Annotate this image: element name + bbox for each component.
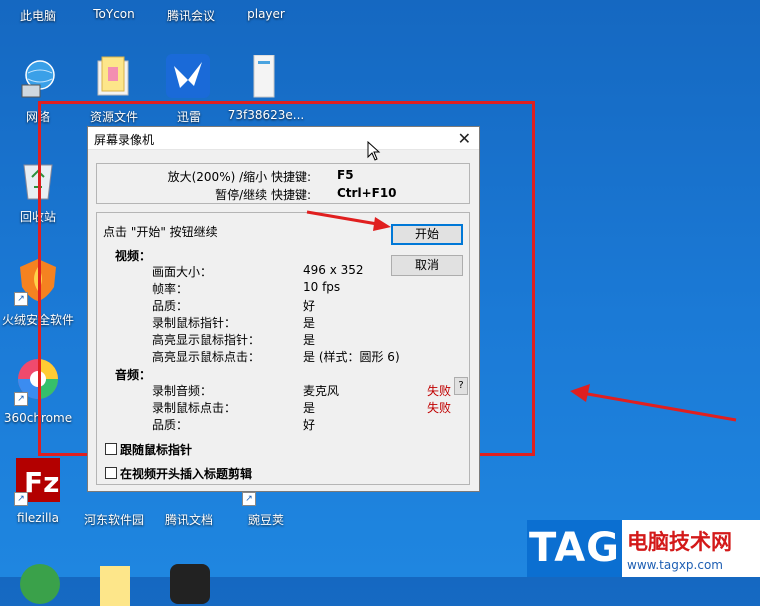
video-setting-value: 是 [303, 333, 316, 347]
annotation-arrow-icon [570, 384, 737, 422]
desktop-icon-label[interactable]: 豌豆荚 [226, 511, 306, 528]
audio-setting-value: 好 [303, 418, 316, 432]
follow-cursor-checkbox[interactable]: 跟随鼠标指针 [105, 441, 192, 458]
xunlei-bird-icon[interactable] [166, 54, 210, 98]
desktop-icon-label[interactable]: 腾讯文档 [149, 511, 229, 528]
video-setting-label: 画面大小： [152, 265, 213, 279]
tagxp-watermark-logo: TAG 电脑技术网 www.tagxp.com [527, 520, 760, 577]
svg-text:Fz: Fz [24, 466, 59, 499]
shortcut-arrow-icon: ↗ [14, 392, 28, 406]
cancel-button[interactable]: 取消 [391, 255, 463, 276]
audio-setting-value: 麦克风 [303, 384, 340, 398]
video-setting-label: 高亮显示鼠标指针： [152, 333, 261, 347]
audio-help-button[interactable]: ? [454, 377, 468, 395]
desktop-icon-label[interactable]: filezilla [0, 511, 78, 525]
instruction-text: 点击 "开始" 按钮继续 [103, 225, 218, 239]
video-setting-label: 高亮显示鼠标点击： [152, 350, 261, 364]
audio-section-heading: 音频： [115, 368, 152, 382]
video-setting-value: 是 (样式：圆形 6) [303, 350, 400, 364]
audio-setting-label: 录制音频： [152, 384, 213, 398]
checkbox-label: 在视频开头插入标题剪辑 [120, 467, 253, 481]
audio-status-fail: 失败 [427, 401, 452, 415]
tag-logo-text: TAG [527, 520, 622, 577]
audio-setting-label: 品质： [152, 418, 189, 432]
partial-folder-icon[interactable] [94, 562, 138, 606]
desktop-icon-label[interactable]: ToYcon [74, 7, 154, 21]
audio-setting-value: 是 [303, 401, 316, 415]
video-setting-value: 496 x 352 [303, 263, 364, 277]
shortcut-arrow-icon: ↗ [14, 492, 28, 506]
network-icon[interactable] [16, 57, 60, 101]
dialog-titlebar[interactable]: 屏幕录像机 ✕ [88, 127, 479, 150]
audio-setting-label: 录制鼠标点击： [152, 401, 237, 415]
dialog-title: 屏幕录像机 [94, 133, 155, 147]
annotation-arrow-icon [306, 210, 391, 231]
video-setting-label: 品质： [152, 299, 189, 313]
checkbox-box[interactable] [105, 443, 117, 455]
partial-app-icon[interactable] [168, 562, 212, 606]
site-url: www.tagxp.com [627, 558, 723, 572]
folder-icon[interactable] [92, 55, 136, 99]
checkbox-label: 跟随鼠标指针 [120, 443, 193, 457]
hotkey-value: Ctrl+F10 [337, 186, 397, 200]
video-setting-value: 是 [303, 316, 316, 330]
video-setting-label: 帧率： [152, 282, 189, 296]
shortcut-arrow-icon: ↗ [242, 492, 256, 506]
video-section-heading: 视频： [115, 249, 152, 263]
hotkey-value: F5 [337, 168, 354, 182]
shortcut-arrow-icon: ↗ [14, 292, 28, 306]
audio-status-fail: 失败 [427, 384, 452, 398]
hotkey-label: 暂停/继续 快捷键: [215, 188, 311, 202]
hotkey-panel: 放大(200%) /缩小 快捷键: F5 暂停/继续 快捷键: Ctrl+F10 [96, 163, 470, 204]
video-setting-value: 好 [303, 299, 316, 313]
file-icon[interactable] [242, 55, 286, 99]
partial-app-icon[interactable] [18, 562, 62, 606]
desktop-icon-label[interactable]: 腾讯会议 [151, 7, 231, 24]
close-icon[interactable]: ✕ [458, 129, 471, 148]
desktop-icon-label[interactable]: 河东软件园 [74, 511, 154, 528]
video-setting-value: 10 fps [303, 280, 341, 294]
screen-recorder-dialog: 屏幕录像机 ✕ 放大(200%) /缩小 快捷键: F5 暂停/继续 快捷键: … [87, 126, 480, 492]
desktop-icon-label[interactable]: 此电脑 [0, 7, 78, 24]
mouse-cursor-icon [367, 141, 381, 161]
hotkey-label: 放大(200%) /缩小 快捷键: [167, 170, 311, 184]
recording-settings-panel: 点击 "开始" 按钮继续 开始 取消 视频： 画面大小： 496 x 352 帧… [96, 212, 470, 485]
insert-title-clip-checkbox[interactable]: 在视频开头插入标题剪辑 [105, 465, 252, 482]
desktop-icon-label[interactable]: player [226, 7, 306, 21]
start-button[interactable]: 开始 [391, 224, 463, 245]
checkbox-box[interactable] [105, 467, 117, 479]
site-name: 电脑技术网 [627, 530, 732, 554]
video-setting-label: 录制鼠标指针： [152, 316, 237, 330]
